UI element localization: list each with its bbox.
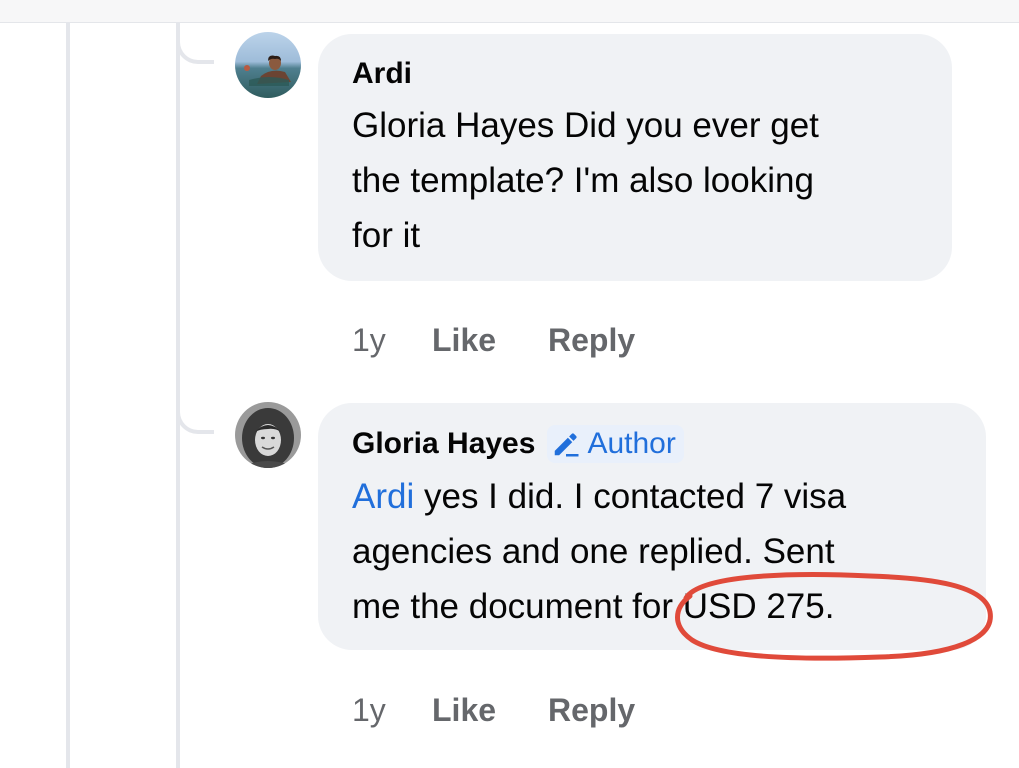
top-bar: [0, 0, 1019, 23]
comment-text-line: Ardi yes I did. I contacted 7 visa: [352, 469, 952, 524]
comment-text-span: yes I did. I contacted 7 visa: [414, 477, 847, 516]
reply-button[interactable]: Reply: [548, 320, 635, 360]
comment-author[interactable]: Gloria Hayes: [352, 426, 535, 462]
comment-timestamp[interactable]: 1y: [352, 690, 386, 730]
thread-line-outer: [66, 22, 70, 768]
comment-bubble: Gloria Hayes Author Ardi yes I did. I co…: [318, 403, 986, 650]
comment-text-line: for it: [352, 216, 421, 255]
author-badge: Author: [547, 425, 684, 463]
avatar-ardi[interactable]: [235, 32, 301, 98]
comment-bubble: Ardi Gloria Hayes Did you ever get the t…: [318, 34, 952, 281]
pencil-icon: [555, 433, 579, 457]
comment-text-line: Gloria Hayes Did you ever get: [352, 106, 819, 145]
comment-text-line: the template? I'm also looking: [352, 161, 814, 200]
like-button[interactable]: Like: [432, 320, 496, 360]
thread-branch-2: [176, 392, 214, 434]
comment-author[interactable]: Ardi: [352, 56, 918, 92]
thread-branch-1: [176, 22, 214, 64]
comment-text: Gloria Hayes Did you ever get the templa…: [352, 98, 918, 263]
author-badge-label: Author: [587, 427, 676, 460]
comment-text-line: agencies and one replied. Sent: [352, 532, 835, 571]
comment-text-line: me the document for USD 275.: [352, 587, 835, 626]
mention-link[interactable]: Ardi: [352, 477, 414, 516]
like-button[interactable]: Like: [432, 690, 496, 730]
avatar-gloria-hayes[interactable]: [235, 402, 301, 468]
comment-text: Ardi yes I did. I contacted 7 visa agenc…: [352, 469, 952, 634]
comment-timestamp[interactable]: 1y: [352, 320, 386, 360]
comment-header: Gloria Hayes Author: [352, 425, 952, 463]
reply-button[interactable]: Reply: [548, 690, 635, 730]
